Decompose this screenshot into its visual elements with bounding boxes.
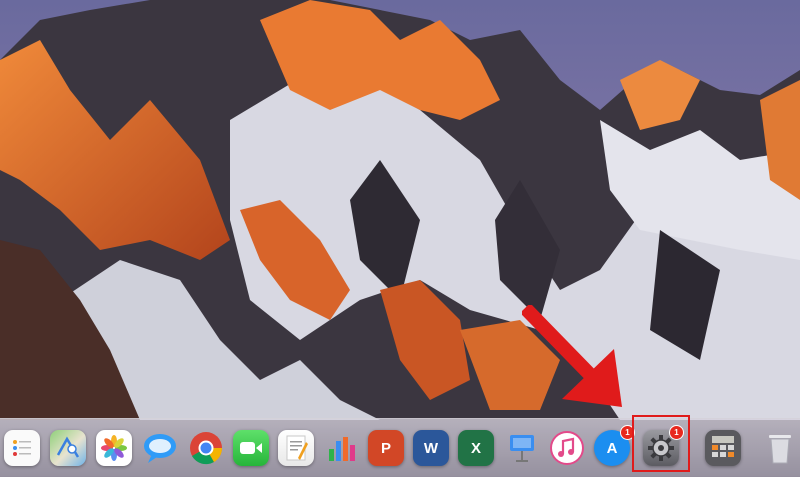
calculator-icon [705, 430, 741, 466]
annotation-arrow [522, 305, 622, 407]
desktop-wallpaper [0, 0, 800, 476]
word-icon: W [413, 430, 449, 466]
maps-icon [50, 430, 86, 466]
dock-item-messages[interactable] [140, 427, 180, 469]
app-store-letter: A [606, 439, 618, 457]
dock-item-numbers[interactable] [321, 427, 361, 469]
powerpoint-icon: P [368, 430, 404, 466]
dock-item-trash[interactable] [760, 427, 800, 469]
reminders-icon [4, 430, 40, 466]
chrome-icon [188, 430, 224, 466]
app-store-icon: A 1 [594, 425, 635, 466]
trash-icon [762, 430, 798, 466]
dock-item-reminders[interactable] [2, 427, 42, 469]
word-letter: W [423, 439, 439, 457]
excel-icon: X [458, 430, 494, 466]
dock-item-system-preferences[interactable]: 1 [641, 425, 684, 469]
dock-item-keynote[interactable] [502, 427, 542, 469]
keynote-icon [504, 430, 540, 466]
powerpoint-letter: P [380, 439, 391, 457]
facetime-icon [233, 430, 269, 466]
dock-item-maps[interactable] [48, 427, 88, 469]
dock-divider [688, 429, 689, 469]
dock-item-word[interactable]: W [411, 427, 451, 469]
dock-item-calculator[interactable] [703, 427, 743, 469]
system-preferences-badge: 1 [669, 425, 684, 440]
photos-icon [96, 430, 132, 466]
numbers-icon [323, 430, 359, 466]
dock-item-chrome[interactable] [186, 427, 226, 469]
dock-item-itunes[interactable] [547, 427, 587, 469]
dock-item-powerpoint[interactable]: P [366, 427, 406, 469]
itunes-icon [549, 430, 585, 466]
messages-icon [142, 430, 178, 466]
dock-item-facetime[interactable] [231, 427, 271, 469]
dock-item-app-store[interactable]: A 1 [592, 425, 635, 469]
dock: P W X A 1 1 [0, 418, 800, 477]
dock-item-pages[interactable] [276, 427, 316, 469]
excel-letter: X [470, 439, 481, 457]
gear-icon: 1 [643, 425, 684, 466]
dock-item-excel[interactable]: X [456, 427, 496, 469]
pages-icon [278, 430, 314, 466]
app-store-badge: 1 [620, 425, 635, 440]
dock-item-photos[interactable] [94, 427, 134, 469]
